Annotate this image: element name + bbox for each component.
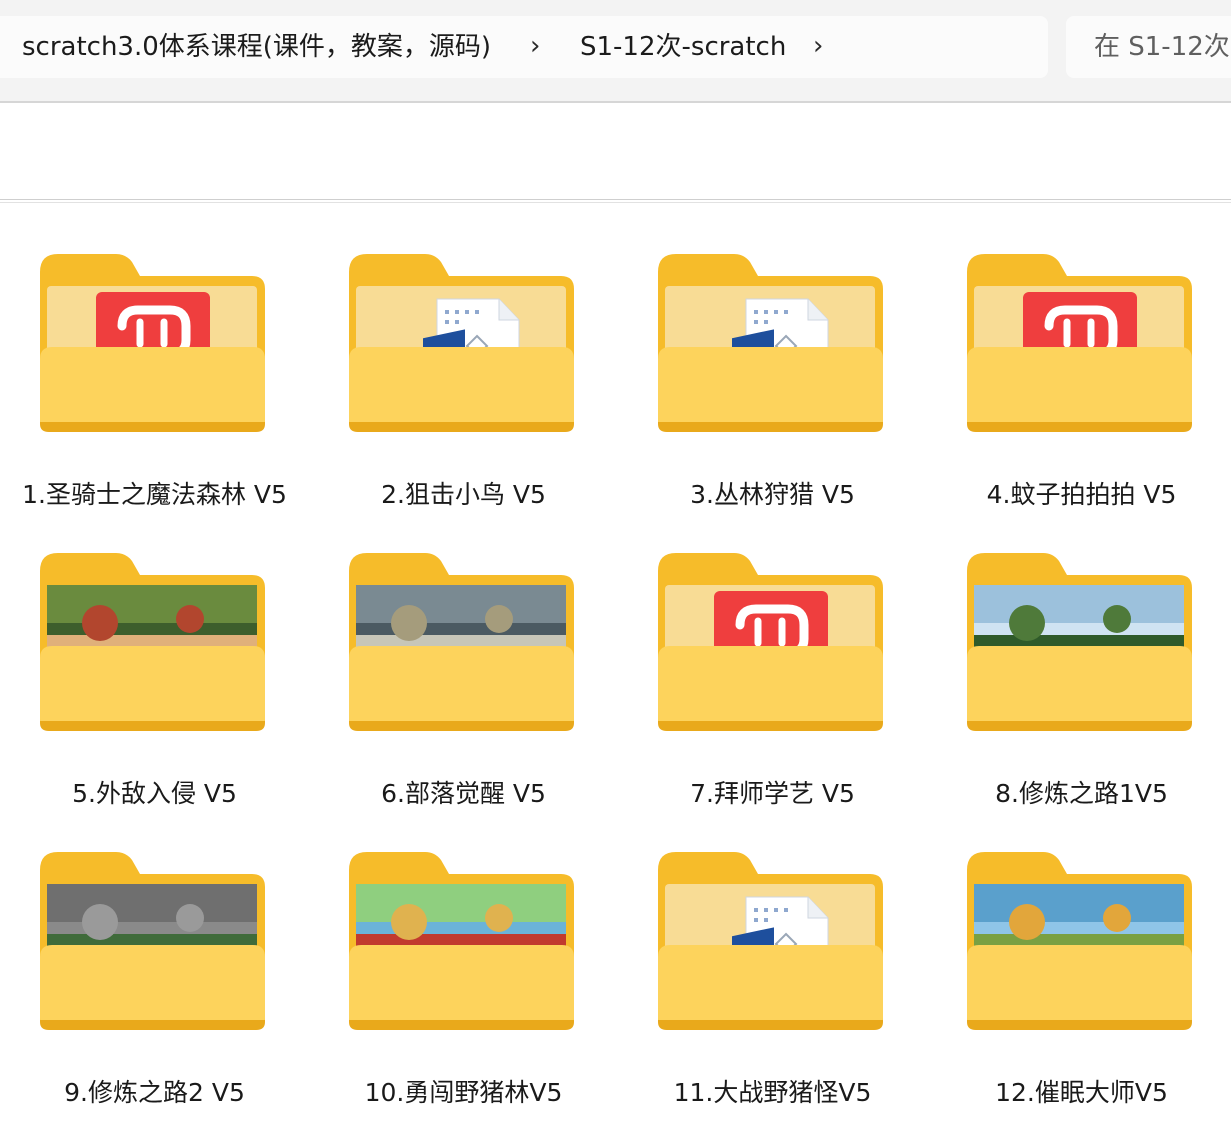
- folder-label: 4.蚊子拍拍拍 V5: [986, 480, 1177, 509]
- folder-item[interactable]: 11.大战野猪怪V5: [618, 852, 927, 1142]
- folder-icon[interactable]: [349, 254, 574, 434]
- folder-item[interactable]: 12.催眠大师V5: [927, 852, 1231, 1142]
- folder-label: 12.催眠大师V5: [995, 1078, 1168, 1107]
- folder-label: 3.丛林狩猎 V5: [690, 480, 855, 509]
- folder-icon[interactable]: [967, 553, 1192, 733]
- folder-icon[interactable]: [40, 254, 265, 434]
- breadcrumb-item-folder[interactable]: S1-12次-scratch: [580, 16, 786, 78]
- folder-label: 8.修炼之路1V5: [995, 779, 1168, 808]
- folder-label: 11.大战野猪怪V5: [673, 1078, 872, 1107]
- folder-item[interactable]: 9.修炼之路2 V5: [0, 852, 309, 1142]
- folder-icon: [658, 254, 883, 432]
- folder-label: 2.狙击小鸟 V5: [381, 480, 546, 509]
- breadcrumb-chevron-icon[interactable]: ›: [813, 16, 823, 78]
- folder-icon: [658, 852, 883, 1030]
- search-input[interactable]: 在 S1-12次: [1066, 16, 1231, 78]
- folder-item[interactable]: 7.拜师学艺 V5: [618, 553, 927, 843]
- folder-item[interactable]: 2.狙击小鸟 V5: [309, 254, 618, 544]
- folder-icon: [967, 553, 1192, 731]
- folder-icon[interactable]: [40, 553, 265, 733]
- folder-icon: [349, 553, 574, 731]
- folder-icon: [40, 852, 265, 1030]
- folder-item[interactable]: 8.修炼之路1V5: [927, 553, 1231, 843]
- folder-icon: [967, 254, 1192, 432]
- folder-icon: [349, 852, 574, 1030]
- folder-label: 9.修炼之路2 V5: [64, 1078, 245, 1107]
- divider: [0, 199, 1231, 200]
- folder-item[interactable]: 10.勇闯野猪林V5: [309, 852, 618, 1142]
- folder-label: 1.圣骑士之魔法森林 V5: [22, 480, 287, 509]
- folder-icon: [349, 254, 574, 432]
- folder-icon: [40, 553, 265, 731]
- breadcrumb-item-course[interactable]: scratch3.0体系课程(课件，教案，源码): [22, 16, 491, 78]
- folder-item[interactable]: 3.丛林狩猎 V5: [618, 254, 927, 544]
- folder-icon[interactable]: [658, 553, 883, 733]
- folder-icon[interactable]: [40, 852, 265, 1032]
- folder-label: 7.拜师学艺 V5: [690, 779, 855, 808]
- folder-icon[interactable]: [349, 553, 574, 733]
- folder-label: 5.外敌入侵 V5: [72, 779, 237, 808]
- folder-label: 10.勇闯野猪林V5: [364, 1078, 563, 1107]
- divider: [0, 101, 1231, 103]
- folder-icon[interactable]: [658, 852, 883, 1032]
- breadcrumb-chevron-icon[interactable]: ›: [530, 16, 540, 78]
- folder-item[interactable]: 1.圣骑士之魔法森林 V5: [0, 254, 309, 544]
- folder-icon: [658, 553, 883, 731]
- folder-icon[interactable]: [349, 852, 574, 1032]
- folder-icon: [967, 852, 1192, 1030]
- folder-icon: [40, 254, 265, 432]
- folder-icon[interactable]: [967, 852, 1192, 1032]
- divider: [0, 202, 1231, 203]
- folder-icon[interactable]: [967, 254, 1192, 434]
- folder-item[interactable]: 5.外敌入侵 V5: [0, 553, 309, 843]
- folder-item[interactable]: 6.部落觉醒 V5: [309, 553, 618, 843]
- search-placeholder: 在 S1-12次: [1094, 32, 1230, 62]
- folder-label: 6.部落觉醒 V5: [381, 779, 546, 808]
- folder-item[interactable]: 4.蚊子拍拍拍 V5: [927, 254, 1231, 544]
- folder-icon[interactable]: [658, 254, 883, 434]
